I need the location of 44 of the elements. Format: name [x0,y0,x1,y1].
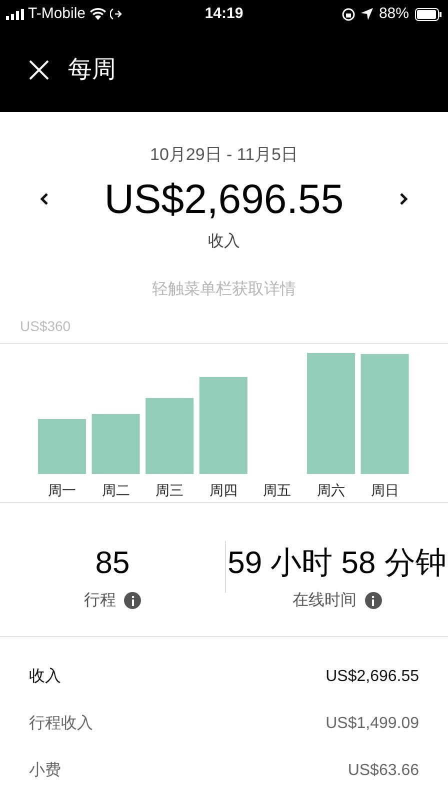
row-amount: US$1,499.09 [326,714,419,734]
chart-bar[interactable] [307,352,355,474]
chart-bar[interactable] [199,376,248,474]
battery-percent: 88% [378,4,409,24]
day-label: 周五 [262,480,292,500]
row-label: 收入 [29,666,61,687]
close-icon [29,60,49,80]
stat-label: 行程 [84,590,116,610]
day-label: 周一 [47,480,77,500]
day-label: 周六 [316,480,346,500]
info-icon[interactable] [124,592,141,609]
call-forward-icon [110,8,122,20]
info-icon[interactable] [364,592,382,609]
stat-value: 85 [95,544,130,580]
chevron-right-icon [399,192,408,206]
row-label: 行程收入 [29,714,93,734]
wifi-icon [90,8,106,20]
rotation-lock-icon [342,8,355,20]
date-range: 10月29日 - 11月5日 [150,144,298,166]
carrier-name: T-Mobile [28,4,86,24]
day-label: 周三 [154,480,185,500]
signal-icon [6,8,24,20]
clock-time: 14:19 [204,4,244,24]
page-title: 每周 [68,55,116,85]
hint-text: 轻触菜单栏获取详情 [152,280,296,300]
row-label: 小费 [29,760,61,781]
chart-bar[interactable] [38,418,86,474]
location-arrow-icon [360,8,373,20]
day-label: 周日 [370,480,400,500]
day-label: 周四 [208,480,238,500]
chart-bar[interactable] [146,398,194,474]
row-amount: US$63.66 [348,761,419,781]
day-label: 周二 [100,480,131,500]
battery-icon [415,8,442,20]
chart-bar[interactable] [92,414,140,474]
chart-bar[interactable] [360,354,409,474]
chevron-left-icon [40,192,48,206]
stat-label: 在线时间 [292,590,356,610]
earnings-amount: US$2,696.55 [104,174,344,224]
stat-value: 59 小时 58 分钟 [228,544,446,580]
row-amount: US$2,696.55 [326,667,419,687]
close-button[interactable] [28,59,50,81]
y-axis-label: US$360 [20,316,71,336]
earnings-label: 收入 [208,232,240,252]
